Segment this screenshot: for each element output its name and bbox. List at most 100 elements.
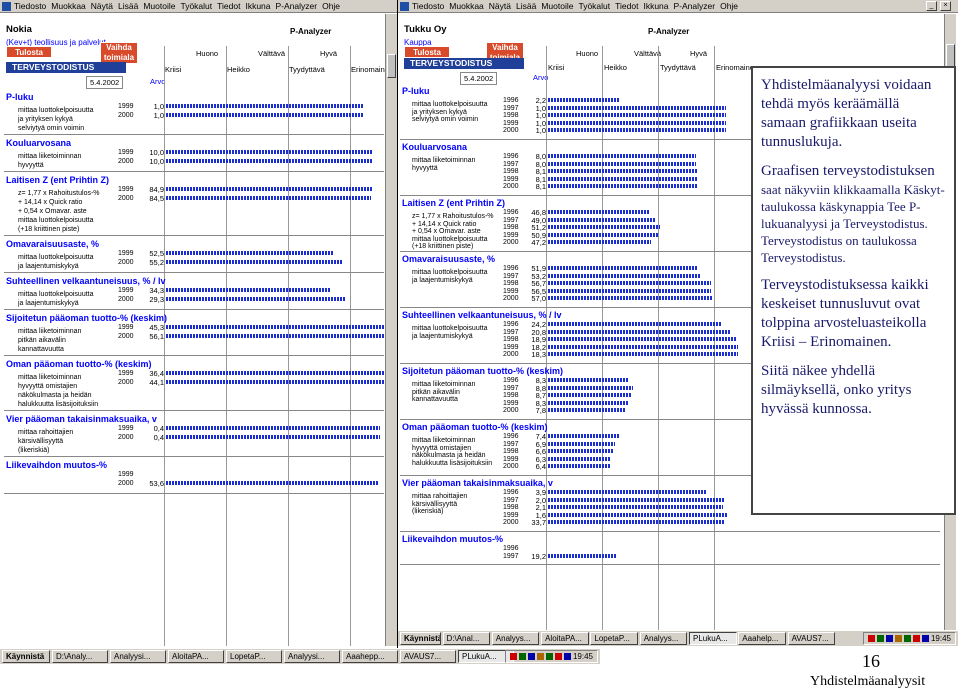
menu-item-4[interactable]: Muotoile xyxy=(541,1,573,11)
terveystodistus-bar: TERVEYSTODISTUS xyxy=(6,62,126,73)
menu-item-3[interactable]: Lisää xyxy=(516,1,536,11)
date-field: 5.4.2002 xyxy=(460,72,498,85)
taskbar-button-5[interactable]: PLukuA... xyxy=(689,632,737,645)
menu-item-0[interactable]: Tiedosto xyxy=(14,1,46,11)
menu-item-1[interactable]: Muokkaa xyxy=(449,1,484,11)
menu-item-7[interactable]: Ikkuna xyxy=(643,1,668,11)
health-bar-7-1 xyxy=(166,435,380,439)
tray-icon-2[interactable] xyxy=(527,653,535,661)
section-desc-5-2: kannattavuutta xyxy=(18,346,64,353)
menu-item-6[interactable]: Tiedot xyxy=(217,1,240,11)
health-bar-1-4 xyxy=(548,184,698,189)
health-bar-1-1 xyxy=(548,161,696,166)
vertical-scrollbar[interactable] xyxy=(385,14,397,646)
tray-icon-0[interactable] xyxy=(867,635,875,643)
year-0-1: 2000 xyxy=(118,112,134,119)
menu-item-0[interactable]: Tiedosto xyxy=(412,1,444,11)
menu-item-1[interactable]: Muokkaa xyxy=(51,1,86,11)
menu-item-8[interactable]: P-Analyzer xyxy=(276,1,318,11)
tray-icon-4[interactable] xyxy=(545,653,553,661)
section-title-3: Omavaraisuusaste, % xyxy=(6,239,100,249)
tray-icon-3[interactable] xyxy=(894,635,902,643)
change-industry-button[interactable]: Vaihda toimiala xyxy=(100,42,138,64)
section-divider-3 xyxy=(4,272,384,273)
taskbar-button-6[interactable]: Aaahelp... xyxy=(738,632,786,645)
health-bar-4-3 xyxy=(548,344,738,349)
section-desc-4-1: ja laajentumiskykyä xyxy=(18,300,79,307)
section-title-2: Laitisen Z (ent Prihtin Z) xyxy=(6,175,109,185)
value-6-4: 6,4 xyxy=(535,462,546,472)
section-title-8: Liikevaihdon muutos-% xyxy=(6,460,108,470)
taskbar-button-5[interactable]: Aaahepp... xyxy=(342,650,398,663)
section-divider-8 xyxy=(400,564,940,566)
start-button[interactable]: Käynnistä xyxy=(2,650,50,663)
health-bar-8-1 xyxy=(166,481,378,485)
taskbar-button-6[interactable]: AVAUS7... xyxy=(400,650,456,663)
scroll-thumb[interactable] xyxy=(946,44,955,68)
scale-paragraph: Terveystodistuksessa kaikki keskeiset tu… xyxy=(761,277,929,350)
menu-item-7[interactable]: Ikkuna xyxy=(245,1,270,11)
clock: 19:45 xyxy=(930,634,951,643)
health-bar-3-1 xyxy=(166,260,343,264)
menu-item-6[interactable]: Tiedot xyxy=(615,1,638,11)
menu-item-9[interactable]: Ohje xyxy=(720,1,738,11)
scroll-thumb[interactable] xyxy=(387,54,396,78)
grade-huono: Huono xyxy=(576,49,599,58)
menu-item-5[interactable]: Työkalut xyxy=(578,1,610,11)
left-spreadsheet-window: Tiedosto Muokkaa Näytä Lisää Muotoile Työkalu… xyxy=(0,0,398,648)
health-bar-2-1 xyxy=(548,217,655,222)
tray-icon-1[interactable] xyxy=(876,635,884,643)
health-bar-2-4 xyxy=(548,240,651,245)
year-0-4: 2000 xyxy=(503,127,519,135)
health-bar-0-2 xyxy=(548,113,726,118)
tray-icon-2[interactable] xyxy=(885,635,893,643)
tray-icon-6[interactable] xyxy=(563,653,571,661)
menu-item-8[interactable]: P-Analyzer xyxy=(674,1,716,11)
start-button[interactable]: Käynnistä xyxy=(400,632,441,645)
menu-item-2[interactable]: Näytä xyxy=(489,1,511,11)
taskbar-button-3[interactable]: LopetaP... xyxy=(590,632,638,645)
tray-icon-0[interactable] xyxy=(509,653,517,661)
menu-item-5[interactable]: Työkalut xyxy=(180,1,212,11)
tray-icon-6[interactable] xyxy=(921,635,929,643)
value-6-1: 44,1 xyxy=(149,378,164,387)
date-field: 5.4.2002 xyxy=(86,76,124,89)
year-7-4: 2000 xyxy=(503,519,519,527)
menu-bar: Tiedosto Muokkaa Näytä Lisää Muotoile Työkalu… xyxy=(0,0,397,13)
menu-item-9[interactable]: Ohje xyxy=(322,1,340,11)
year-8-1: 2000 xyxy=(118,480,134,487)
tray-icon-5[interactable] xyxy=(554,653,562,661)
taskbar-button-0[interactable]: D:\Anal... xyxy=(442,632,491,645)
menu-item-3[interactable]: Lisää xyxy=(118,1,138,11)
health-bar-2-0 xyxy=(166,187,372,191)
taskbar-button-0[interactable]: D:\Analy... xyxy=(52,650,108,663)
menu-item-2[interactable]: Näytä xyxy=(91,1,113,11)
tray-icon-3[interactable] xyxy=(536,653,544,661)
health-bar-7-1 xyxy=(548,497,724,502)
health-bar-1-0 xyxy=(166,150,372,154)
value-7-4: 33,7 xyxy=(531,518,546,528)
explanation-text-box: Yhdistelmäanalyysi voidaan tehdä myös ke… xyxy=(751,66,956,515)
taskbar-button-2[interactable]: AloitaPA... xyxy=(168,650,224,663)
minimize-button[interactable]: _ xyxy=(926,1,937,11)
menu-item-4[interactable]: Muotoile xyxy=(143,1,175,11)
health-bar-4-1 xyxy=(548,329,731,334)
taskbar-button-1[interactable]: Analyys... xyxy=(491,632,540,645)
taskbar-button-2[interactable]: AloitaPA... xyxy=(541,632,589,645)
section-divider-4 xyxy=(4,309,384,310)
tray-icon-1[interactable] xyxy=(518,653,526,661)
instructions-paragraph: saat näkyviin klikkaamalla Käskyt-tauluk… xyxy=(761,182,945,265)
section-desc-4-1: ja laajentumiskykyä xyxy=(412,332,473,340)
health-bar-6-2 xyxy=(548,449,613,454)
tray-icon-5[interactable] xyxy=(912,635,920,643)
taskbar-button-4[interactable]: Analyysi... xyxy=(284,650,340,663)
close-button[interactable]: × xyxy=(940,1,951,11)
taskbar-button-3[interactable]: LopetaP... xyxy=(226,650,282,663)
taskbar-button-1[interactable]: Analyysi... xyxy=(110,650,166,663)
tray-icon-4[interactable] xyxy=(903,635,911,643)
health-bar-4-0 xyxy=(548,322,722,326)
print-button[interactable]: Tulosta xyxy=(6,46,52,58)
print-button[interactable]: Tulosta xyxy=(404,46,450,58)
taskbar-button-4[interactable]: Analyys... xyxy=(639,632,688,645)
taskbar-button-7[interactable]: AVAUS7... xyxy=(787,632,836,645)
